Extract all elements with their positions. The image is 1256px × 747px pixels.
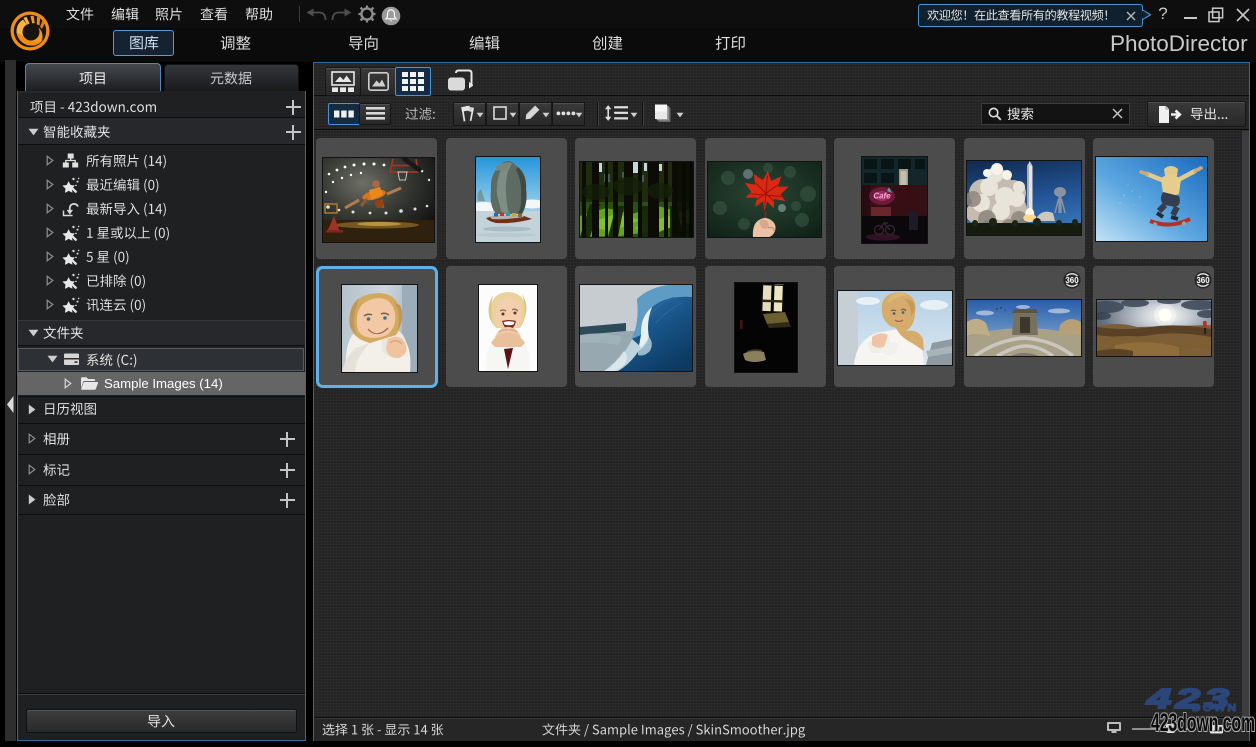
svg-text:360: 360 [1065, 276, 1079, 285]
svg-text:360: 360 [1196, 276, 1210, 285]
svg-text:Cafe: Cafe [873, 192, 891, 201]
